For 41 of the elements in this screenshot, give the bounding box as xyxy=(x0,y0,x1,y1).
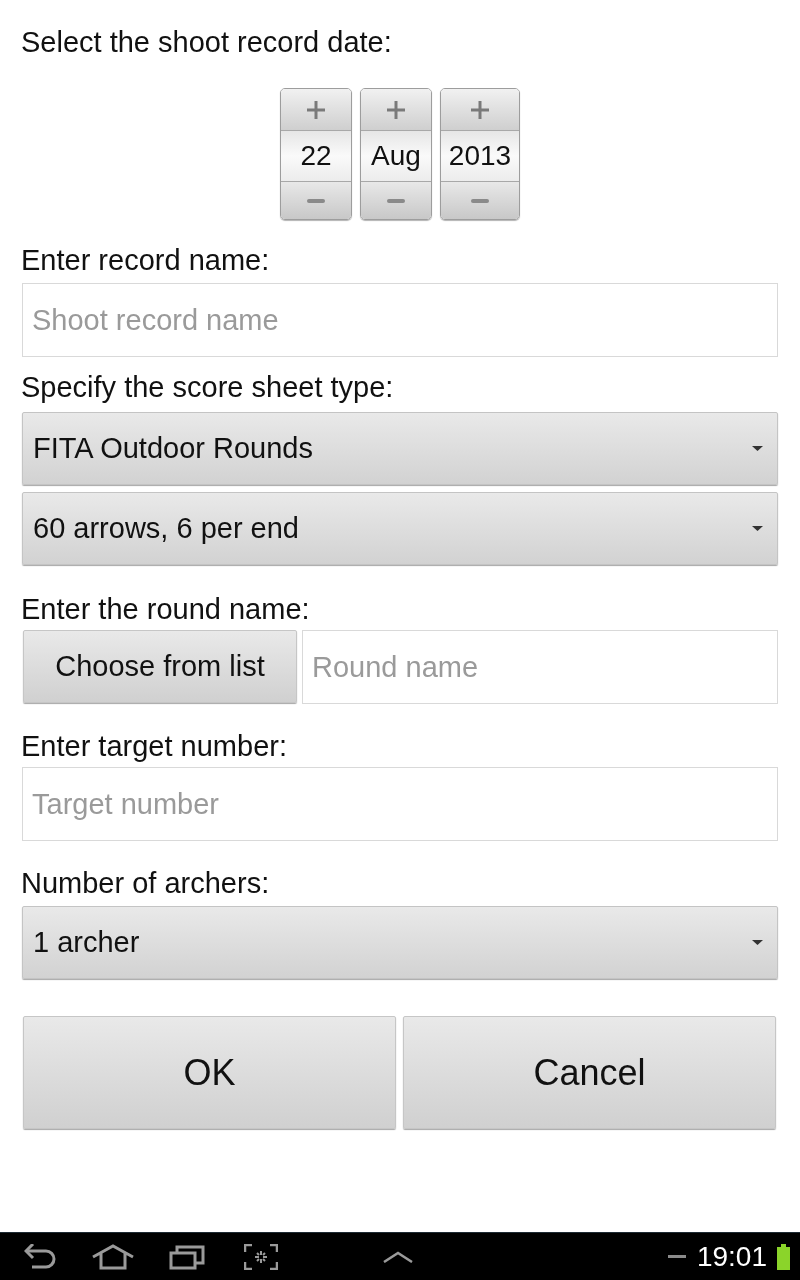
dropdown[interactable]: FITA Outdoor Rounds xyxy=(22,412,778,485)
clock-time: 19:01 xyxy=(696,1240,767,1273)
date-value-field[interactable]: 22 xyxy=(281,131,351,181)
text-field[interactable]: Shoot record name xyxy=(22,283,778,357)
dropdown-caret-icon xyxy=(752,446,763,451)
increment-button[interactable] xyxy=(281,89,351,131)
field-label: Enter target number: xyxy=(20,729,288,764)
minus-icon xyxy=(471,198,489,203)
field-label: Select the shoot record date: xyxy=(20,25,393,60)
decrement-button[interactable] xyxy=(441,181,519,219)
recent-apps-icon[interactable] xyxy=(169,1243,205,1270)
date-value-field[interactable]: 2013 xyxy=(441,131,519,181)
dropdown[interactable]: 60 arrows, 6 per end xyxy=(22,492,778,565)
minus-icon xyxy=(387,198,405,203)
decrement-button[interactable] xyxy=(281,181,351,219)
choose-from-list-button[interactable]: Choose from list xyxy=(23,630,297,703)
field-label: Number of archers: xyxy=(20,866,271,901)
decrement-button[interactable] xyxy=(361,181,431,219)
field-label: Enter the round name: xyxy=(20,592,311,627)
text-field[interactable]: Target number xyxy=(22,767,778,841)
home-icon[interactable] xyxy=(92,1243,134,1270)
dialog-button[interactable]: Cancel xyxy=(403,1016,776,1129)
dropdown[interactable]: 1 archer xyxy=(22,906,778,979)
minus-icon xyxy=(307,198,325,203)
battery-icon xyxy=(777,1243,790,1270)
date-value-field[interactable]: Aug xyxy=(361,131,431,181)
increment-button[interactable] xyxy=(361,89,431,131)
plus-icon xyxy=(387,100,405,119)
back-icon[interactable] xyxy=(24,1243,56,1270)
plus-icon xyxy=(471,100,489,119)
field-label: Enter record name: xyxy=(20,243,271,278)
dialog-button[interactable]: OK xyxy=(23,1016,396,1129)
text-field[interactable]: Round name xyxy=(302,630,778,704)
dropdown-caret-icon xyxy=(752,940,763,945)
plus-icon xyxy=(307,100,325,119)
increment-button[interactable] xyxy=(441,89,519,131)
dropdown-caret-icon xyxy=(752,526,763,531)
minus-icon xyxy=(667,1255,686,1258)
field-label: Specify the score sheet type: xyxy=(20,370,395,405)
up-caret-icon[interactable] xyxy=(383,1250,413,1263)
screenshot-icon[interactable] xyxy=(244,1243,278,1270)
